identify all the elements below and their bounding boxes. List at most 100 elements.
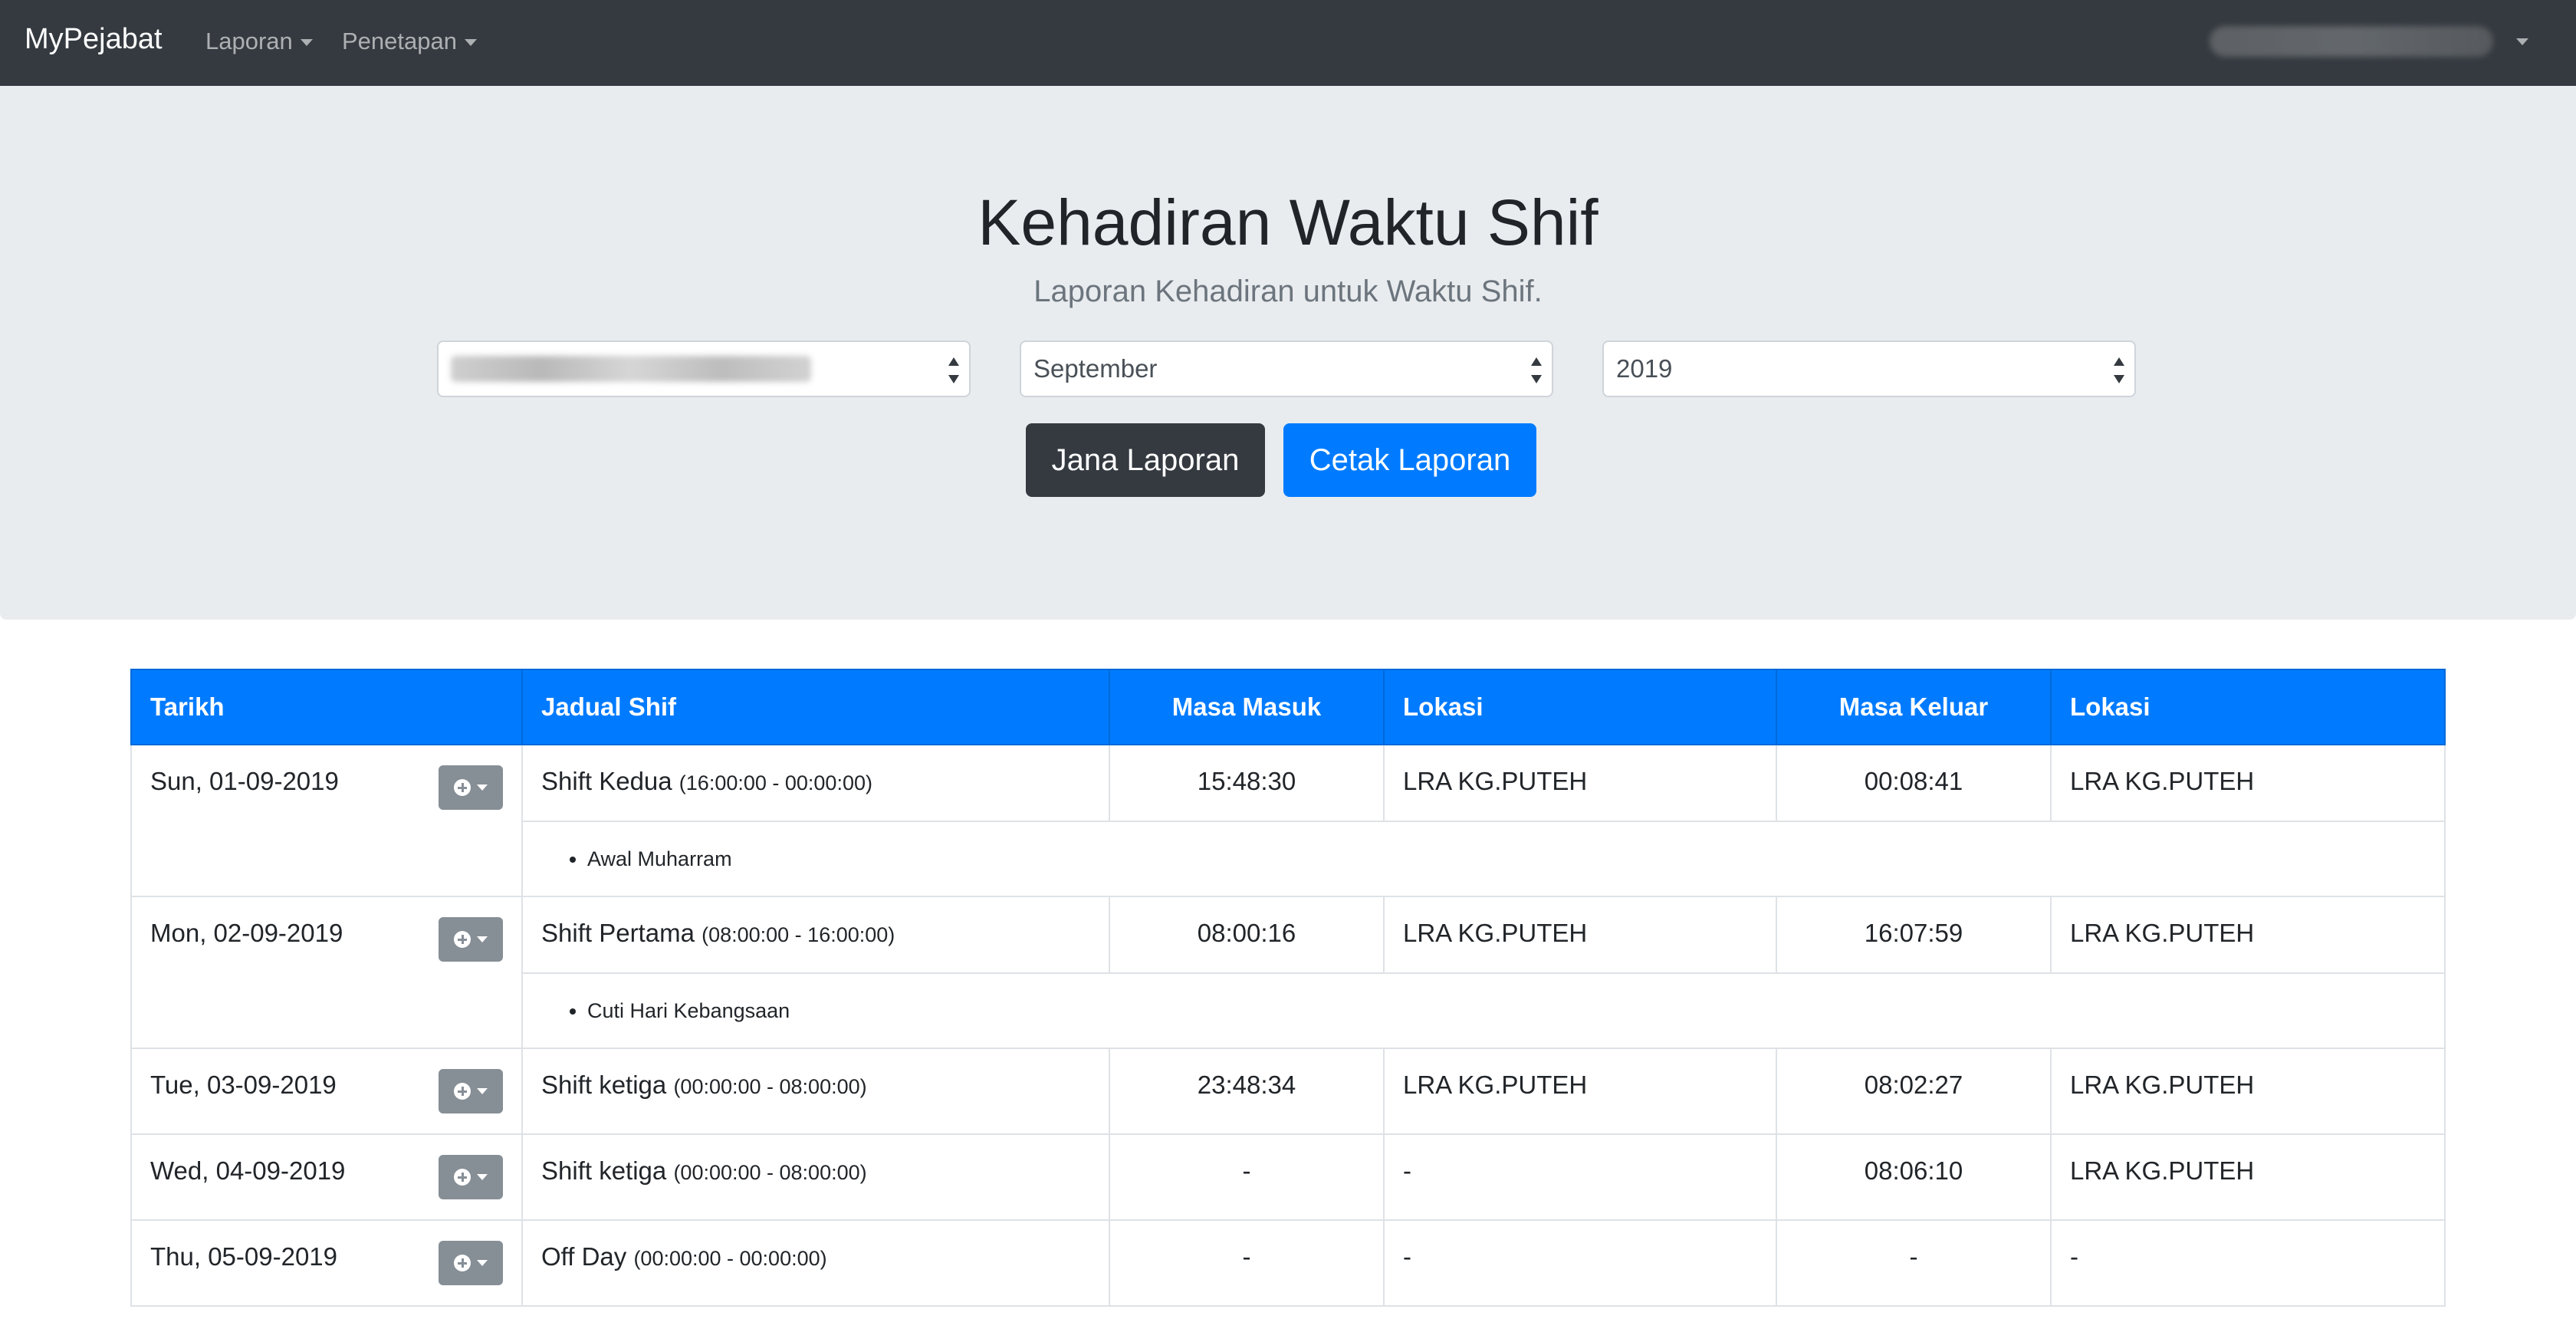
print-report-button[interactable]: Cetak Laporan — [1283, 423, 1536, 497]
holiday-note: Awal Muharram — [587, 847, 2426, 871]
column-header-time-in: Masa Masuk — [1109, 669, 1385, 745]
shift-time: (00:00:00 - 08:00:00) — [673, 1075, 867, 1098]
row-action-button[interactable] — [439, 1069, 503, 1113]
table-row: Mon, 02-09-2019 Shift Pertama (08:00:00 … — [130, 896, 2446, 1049]
column-header-location-in: Lokasi — [1383, 669, 1777, 745]
table-row: Thu, 05-09-2019 Off Day (00:00:00 - 00:0… — [130, 1219, 2446, 1307]
nav-menu-penetapan[interactable]: Penetapan — [342, 28, 477, 55]
nav-menu-penetapan-label: Penetapan — [342, 28, 457, 54]
shift-time: (08:00:00 - 16:00:00) — [702, 923, 895, 946]
shift-cell: Off Day (00:00:00 - 00:00:00) — [521, 1219, 1110, 1307]
time-out-cell: - — [1776, 1219, 2052, 1307]
time-out-cell: 16:07:59 — [1776, 896, 2052, 974]
location-in-cell: LRA KG.PUTEH — [1383, 896, 1777, 974]
plus-circle-icon — [454, 931, 471, 948]
row-action-button[interactable] — [439, 1155, 503, 1199]
plus-circle-icon — [454, 1083, 471, 1100]
shift-cell: Shift Kedua (16:00:00 - 00:00:00) — [521, 744, 1110, 822]
time-out-cell: 08:02:27 — [1776, 1048, 2052, 1135]
shift-time: (16:00:00 - 00:00:00) — [678, 771, 872, 794]
location-in-cell: - — [1383, 1133, 1777, 1221]
user-name-redacted — [2210, 26, 2493, 57]
nav-menu-laporan[interactable]: Laporan — [205, 28, 313, 55]
row-action-button[interactable] — [439, 1241, 503, 1285]
select-arrows-icon — [2111, 357, 2127, 383]
caret-down-icon — [2516, 38, 2528, 45]
shift-name: Shift ketiga — [541, 1156, 667, 1185]
holiday-list: Cuti Hari Kebangsaan — [541, 999, 2426, 1023]
column-header-time-out: Masa Keluar — [1776, 669, 2052, 745]
attendance-table: Tarikh Jadual Shif Masa Masuk Lokasi Mas… — [130, 669, 2446, 1307]
column-header-shift-schedule: Jadual Shif — [521, 669, 1110, 745]
date-text: Tue, 03-09-2019 — [150, 1071, 337, 1099]
location-in-cell: LRA KG.PUTEH — [1383, 1048, 1777, 1135]
note-cell: Awal Muharram — [521, 821, 2446, 897]
location-out-cell: LRA KG.PUTEH — [2050, 1048, 2446, 1135]
time-out-cell: 00:08:41 — [1776, 744, 2052, 822]
generate-report-button[interactable]: Jana Laporan — [1026, 423, 1265, 497]
shift-cell: Shift Pertama (08:00:00 - 16:00:00) — [521, 896, 1110, 974]
select-arrows-icon — [1529, 357, 1544, 383]
date-text: Mon, 02-09-2019 — [150, 919, 343, 947]
holiday-note: Cuti Hari Kebangsaan — [587, 999, 2426, 1023]
caret-down-icon — [477, 1088, 488, 1094]
report-header-panel: Kehadiran Waktu Shif Laporan Kehadiran u… — [0, 86, 2576, 620]
caret-down-icon — [477, 1260, 488, 1266]
location-in-cell: LRA KG.PUTEH — [1383, 744, 1777, 822]
plus-circle-icon — [454, 779, 471, 796]
staff-select-value-redacted — [451, 356, 811, 383]
year-select[interactable]: 2019 — [1602, 340, 2136, 397]
date-cell: Mon, 02-09-2019 — [130, 896, 523, 1049]
month-select[interactable]: September — [1020, 340, 1553, 397]
shift-time: (00:00:00 - 08:00:00) — [673, 1161, 867, 1184]
caret-down-icon — [464, 39, 477, 47]
shift-cell: Shift ketiga (00:00:00 - 08:00:00) — [521, 1048, 1110, 1135]
select-arrows-icon — [946, 357, 961, 383]
page-title: Kehadiran Waktu Shif — [978, 186, 1598, 258]
table-header-row: Tarikh Jadual Shif Masa Masuk Lokasi Mas… — [130, 669, 2446, 745]
caret-down-icon — [477, 784, 488, 791]
time-out-cell: 08:06:10 — [1776, 1133, 2052, 1221]
year-select-value: 2019 — [1616, 354, 1673, 383]
time-in-cell: 23:48:34 — [1109, 1048, 1385, 1135]
caret-down-icon — [300, 39, 313, 47]
location-in-cell: - — [1383, 1219, 1777, 1307]
date-cell: Sun, 01-09-2019 — [130, 744, 523, 897]
table-row: Sun, 01-09-2019 Shift Kedua (16:00:00 - … — [130, 744, 2446, 897]
location-out-cell: LRA KG.PUTEH — [2050, 744, 2446, 822]
time-in-cell: - — [1109, 1133, 1385, 1221]
user-menu[interactable] — [2210, 26, 2528, 57]
location-out-cell: LRA KG.PUTEH — [2050, 1133, 2446, 1221]
time-in-cell: - — [1109, 1219, 1385, 1307]
date-cell: Tue, 03-09-2019 — [130, 1048, 523, 1135]
brand-link[interactable]: MyPejabat — [25, 23, 163, 56]
date-cell: Thu, 05-09-2019 — [130, 1219, 523, 1307]
row-action-button[interactable] — [439, 917, 503, 962]
table-row: Wed, 04-09-2019 Shift ketiga (00:00:00 -… — [130, 1133, 2446, 1221]
page-subtitle: Laporan Kehadiran untuk Waktu Shif. — [1033, 275, 1543, 308]
time-in-cell: 08:00:16 — [1109, 896, 1385, 974]
staff-select[interactable] — [437, 340, 971, 397]
month-select-value: September — [1033, 354, 1158, 383]
shift-time: (00:00:00 - 00:00:00) — [633, 1247, 827, 1270]
date-text: Sun, 01-09-2019 — [150, 767, 339, 795]
caret-down-icon — [477, 1174, 488, 1180]
table-row: Tue, 03-09-2019 Shift ketiga (00:00:00 -… — [130, 1048, 2446, 1135]
caret-down-icon — [477, 936, 488, 942]
shift-name: Off Day — [541, 1242, 627, 1271]
time-in-cell: 15:48:30 — [1109, 744, 1385, 822]
date-text: Wed, 04-09-2019 — [150, 1156, 346, 1185]
shift-cell: Shift ketiga (00:00:00 - 08:00:00) — [521, 1133, 1110, 1221]
navbar: MyPejabat Laporan Penetapan — [0, 0, 2576, 86]
plus-circle-icon — [454, 1169, 471, 1186]
column-header-date: Tarikh — [130, 669, 523, 745]
shift-name: Shift Kedua — [541, 767, 672, 795]
shift-name: Shift ketiga — [541, 1071, 667, 1099]
location-out-cell: LRA KG.PUTEH — [2050, 896, 2446, 974]
nav-menu-laporan-label: Laporan — [205, 28, 293, 54]
holiday-list: Awal Muharram — [541, 847, 2426, 871]
plus-circle-icon — [454, 1255, 471, 1271]
note-cell: Cuti Hari Kebangsaan — [521, 972, 2446, 1049]
row-action-button[interactable] — [439, 765, 503, 810]
location-out-cell: - — [2050, 1219, 2446, 1307]
